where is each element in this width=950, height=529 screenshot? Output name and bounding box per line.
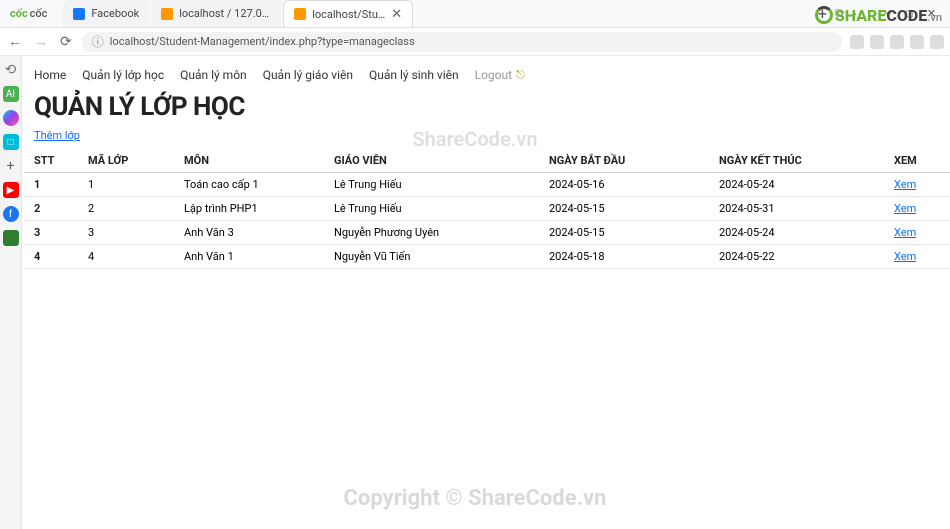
add-class-link[interactable]: Thêm lớp (34, 129, 80, 142)
column-header: XEM (884, 149, 950, 173)
browser-title-bar: cốc cốc Facebook localhost / 127.0.0.1 / … (0, 0, 950, 28)
ext-icon-3[interactable] (890, 35, 904, 49)
minimize-button[interactable]: — (884, 7, 893, 20)
cell-start: 2024-05-16 (539, 173, 709, 197)
table-row: 33Anh Văn 3Nguyễn Phương Uyên2024-05-152… (24, 221, 950, 245)
new-tab-button[interactable]: + (810, 4, 835, 23)
ext-icon-4[interactable] (910, 35, 924, 49)
cell-gv: Nguyễn Vũ Tiến (324, 245, 539, 269)
green-app-icon[interactable] (3, 230, 19, 246)
tab-close-icon[interactable]: ✕ (391, 8, 402, 21)
cell-start: 2024-05-18 (539, 245, 709, 269)
ai-icon[interactable]: AI (3, 86, 19, 102)
title-extras: ⧉ ⋯ (835, 6, 874, 21)
table-row: 11Toán cao cấp 1Lê Trung Hiếu2024-05-162… (24, 173, 950, 197)
ext-icon-5[interactable] (930, 35, 944, 49)
cell-view: Xem (884, 197, 950, 221)
cell-ma: 1 (78, 173, 174, 197)
window-controls: — □ ✕ (874, 7, 946, 20)
teal-app-icon[interactable]: □ (3, 134, 19, 150)
cell-ma: 3 (78, 221, 174, 245)
cell-view: Xem (884, 221, 950, 245)
app-nav: Home Quản lý lớp học Quản lý môn Quản lý gi… (22, 64, 950, 86)
logout-link[interactable]: Logout ⎋ (475, 68, 525, 82)
cell-ma: 4 (78, 245, 174, 269)
nav-link[interactable]: Quản lý lớp học (82, 68, 164, 82)
messenger-icon[interactable] (3, 110, 19, 126)
browser-tab[interactable]: Facebook (63, 0, 149, 27)
forward-button[interactable]: → (32, 33, 50, 50)
cell-end: 2024-05-24 (709, 173, 884, 197)
browser-sidebar: ⟲ AI □ + ▶ f (0, 56, 22, 529)
logout-icon: ⎋ (516, 68, 525, 82)
cell-mon: Lập trình PHP1 (174, 197, 324, 221)
class-table: STTMÃ LỚPMÔNGIÁO VIÊNNGÀY BẮT ĐẦUNGÀY KẾ… (24, 149, 950, 269)
cell-stt: 4 (24, 245, 78, 269)
view-link[interactable]: Xem (894, 250, 916, 263)
url-text: localhost/Student-Management/index.php?t… (110, 35, 415, 48)
tab-favicon-icon (294, 8, 306, 20)
tab-title: Facebook (91, 7, 139, 20)
back-button[interactable]: ← (6, 33, 24, 50)
cell-stt: 1 (24, 173, 78, 197)
cell-mon: Anh Văn 1 (174, 245, 324, 269)
url-input[interactable]: ⓘ localhost/Student-Management/index.php… (82, 32, 842, 52)
youtube-icon[interactable]: ▶ (3, 182, 19, 198)
screenshot-icon[interactable]: ⧉ (835, 6, 844, 21)
view-link[interactable]: Xem (894, 226, 916, 239)
info-icon[interactable]: ⓘ (92, 33, 104, 50)
column-header: NGÀY BẮT ĐẦU (539, 149, 709, 173)
cell-gv: Nguyễn Phương Uyên (324, 221, 539, 245)
menu-dots-icon[interactable]: ⋯ (854, 7, 866, 21)
tab-favicon-icon (161, 8, 173, 20)
view-link[interactable]: Xem (894, 202, 916, 215)
layout: ⟲ AI □ + ▶ f Home Quản lý lớp học Quản lý … (0, 56, 950, 529)
column-header: STT (24, 149, 78, 173)
tab-favicon-icon (73, 8, 85, 20)
cell-stt: 3 (24, 221, 78, 245)
browser-tab[interactable]: localhost/Student-Management ✕ (283, 0, 413, 27)
tab-strip: Facebook localhost / 127.0.0.1 / appsinhv… (63, 0, 809, 27)
ext-icon-2[interactable] (870, 35, 884, 49)
close-button[interactable]: ✕ (927, 7, 936, 20)
cell-gv: Lê Trung Hiếu (324, 173, 539, 197)
cell-mon: Toán cao cấp 1 (174, 173, 324, 197)
column-header: MÃ LỚP (78, 149, 174, 173)
ext-icon-1[interactable] (850, 35, 864, 49)
nav-link[interactable]: Quản lý sinh viên (369, 68, 459, 82)
cell-end: 2024-05-24 (709, 221, 884, 245)
view-link[interactable]: Xem (894, 178, 916, 191)
page-content: Home Quản lý lớp học Quản lý môn Quản lý gi… (22, 56, 950, 529)
tab-title: localhost / 127.0.0.1 / appsinhvien (179, 7, 271, 20)
browser-logo: cốc cốc (4, 7, 53, 20)
nav-link[interactable]: Home (34, 68, 66, 82)
maximize-button[interactable]: □ (906, 7, 913, 20)
cell-stt: 2 (24, 197, 78, 221)
page-title: QUẢN LÝ LỚP HỌC (22, 86, 950, 124)
cell-start: 2024-05-15 (539, 221, 709, 245)
tab-title: localhost/Student-Management (312, 8, 385, 21)
cell-start: 2024-05-15 (539, 197, 709, 221)
cell-end: 2024-05-31 (709, 197, 884, 221)
cell-end: 2024-05-22 (709, 245, 884, 269)
table-row: 22Lập trình PHP1Lê Trung Hiếu2024-05-152… (24, 197, 950, 221)
nav-link[interactable]: Quản lý giáo viên (263, 68, 353, 82)
toolbar-right (850, 35, 944, 49)
cell-mon: Anh Văn 3 (174, 221, 324, 245)
nav-link[interactable]: Quản lý môn (180, 68, 247, 82)
facebook-icon[interactable]: f (3, 206, 19, 222)
sidebar-add-icon[interactable]: + (3, 158, 19, 174)
address-bar: ← → ⟳ ⓘ localhost/Student-Management/ind… (0, 28, 950, 56)
column-header: NGÀY KẾT THÚC (709, 149, 884, 173)
cell-gv: Lê Trung Hiếu (324, 197, 539, 221)
column-header: MÔN (174, 149, 324, 173)
browser-tab[interactable]: localhost / 127.0.0.1 / appsinhvien (151, 0, 281, 27)
table-row: 44Anh Văn 1Nguyễn Vũ Tiến2024-05-182024-… (24, 245, 950, 269)
cell-ma: 2 (78, 197, 174, 221)
cell-view: Xem (884, 245, 950, 269)
cell-view: Xem (884, 173, 950, 197)
column-header: GIÁO VIÊN (324, 149, 539, 173)
history-icon[interactable]: ⟲ (3, 62, 19, 78)
reload-button[interactable]: ⟳ (58, 34, 74, 50)
